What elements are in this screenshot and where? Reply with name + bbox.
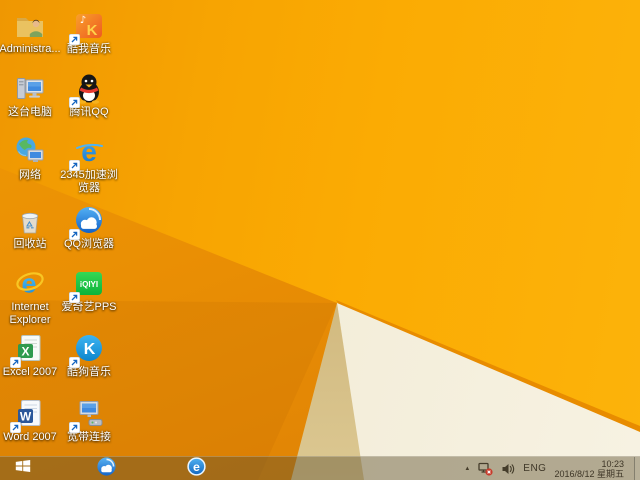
svg-text:iQIYI: iQIYI <box>80 280 98 289</box>
svg-text:K: K <box>87 22 98 39</box>
desktop-icon-recycle-bin[interactable]: 回收站 <box>0 203 61 251</box>
svg-text:♪: ♪ <box>80 15 86 26</box>
speaker-icon[interactable] <box>501 462 515 476</box>
clock-date: 2016/8/12 星期五 <box>554 468 624 479</box>
kuwo-music-icon: K ♪ <box>68 8 106 46</box>
tencent-qq-icon <box>68 71 106 109</box>
desktop-icon-qq-browser[interactable]: QQ浏览器 <box>56 203 122 251</box>
clock[interactable]: 10:23 2016/8/12 星期五 <box>554 459 626 479</box>
shortcut-arrow-icon <box>68 355 81 369</box>
word-icon: W <box>9 396 47 434</box>
language-indicator[interactable]: ENG <box>523 463 546 474</box>
broadband-icon <box>68 396 106 434</box>
shortcut-arrow-icon <box>9 420 22 434</box>
system-tray: ▲ ENG 10:23 2016/8/12 星期五 <box>464 457 640 480</box>
desktop-icon-label: Administra... <box>0 43 61 55</box>
shortcut-arrow-icon <box>68 290 81 304</box>
desktop-icon-kugou-music[interactable]: K 酷狗音乐 <box>56 331 122 379</box>
desktop-icon-label: 2345加速浏览器 <box>60 169 118 194</box>
network-icon <box>13 134 47 168</box>
desktop-icon-2345-browser[interactable]: e 2345加速浏览器 <box>56 134 122 195</box>
shortcut-arrow-icon <box>68 158 81 172</box>
desktop-icon-kuwo-music[interactable]: K ♪ 酷我音乐 <box>56 8 122 56</box>
shortcut-arrow-icon <box>68 95 81 109</box>
chevron-up-icon[interactable]: ▲ <box>464 466 470 472</box>
2345-browser-icon: e <box>68 134 106 172</box>
desktop-icon-network[interactable]: 网络 <box>0 134 61 182</box>
windows-desktop: Administra... 这台电脑 网络 回收站 e Internet Exp… <box>0 0 640 480</box>
desktop-icon-label: Internet Explorer <box>9 301 51 326</box>
shortcut-arrow-icon <box>9 355 22 369</box>
desktop-icon-label: 回收站 <box>13 238 47 250</box>
user-folder-icon <box>13 8 47 42</box>
e-browser-taskbar-icon: e <box>186 456 207 480</box>
taskbar-qq-browser-button[interactable] <box>80 456 132 480</box>
clock-time: 10:23 <box>601 458 624 469</box>
shortcut-arrow-icon <box>68 420 81 434</box>
desktop-icon-excel-2007[interactable]: X Excel 2007 <box>0 331 61 379</box>
show-desktop-button[interactable] <box>634 457 640 480</box>
shortcut-arrow-icon <box>68 32 81 46</box>
svg-text:e: e <box>81 136 97 167</box>
svg-text:e: e <box>193 460 200 474</box>
internet-explorer-icon: e <box>13 266 47 300</box>
windows-start-icon <box>14 457 32 480</box>
desktop-icon-iqiyi-pps[interactable]: iQIYI 爱奇艺PPS <box>56 266 122 314</box>
qq-browser-taskbar-icon <box>96 456 117 480</box>
desktop-icon-word-2007[interactable]: W Word 2007 <box>0 396 61 444</box>
recycle-bin-icon <box>13 203 47 237</box>
network-disconnected-icon[interactable] <box>478 461 493 476</box>
this-pc-icon <box>13 71 47 105</box>
desktop-icon-label: 这台电脑 <box>8 106 52 118</box>
qq-browser-icon <box>68 203 106 241</box>
desktop-icon-internet-explorer[interactable]: e Internet Explorer <box>0 266 61 327</box>
excel-icon: X <box>9 331 47 369</box>
desktop-icon-tencent-qq[interactable]: 腾讯QQ <box>56 71 122 119</box>
kugou-music-icon: K <box>68 331 106 369</box>
taskbar: e ▲ ENG 10:23 2016/8/12 星期五 <box>0 456 640 480</box>
desktop-icon-broadband[interactable]: 宽带连接 <box>56 396 122 444</box>
desktop-icon-administrator[interactable]: Administra... <box>0 8 61 56</box>
svg-text:W: W <box>20 410 32 424</box>
shortcut-arrow-icon <box>68 227 81 241</box>
desktop-icon-label: 网络 <box>19 169 41 181</box>
iqiyi-pps-icon: iQIYI <box>68 266 106 304</box>
svg-text:K: K <box>84 341 96 358</box>
desktop-icon-this-pc[interactable]: 这台电脑 <box>0 71 61 119</box>
taskbar-e-browser-button[interactable]: e <box>170 456 222 480</box>
svg-text:X: X <box>21 345 29 359</box>
start-button[interactable] <box>0 457 46 480</box>
